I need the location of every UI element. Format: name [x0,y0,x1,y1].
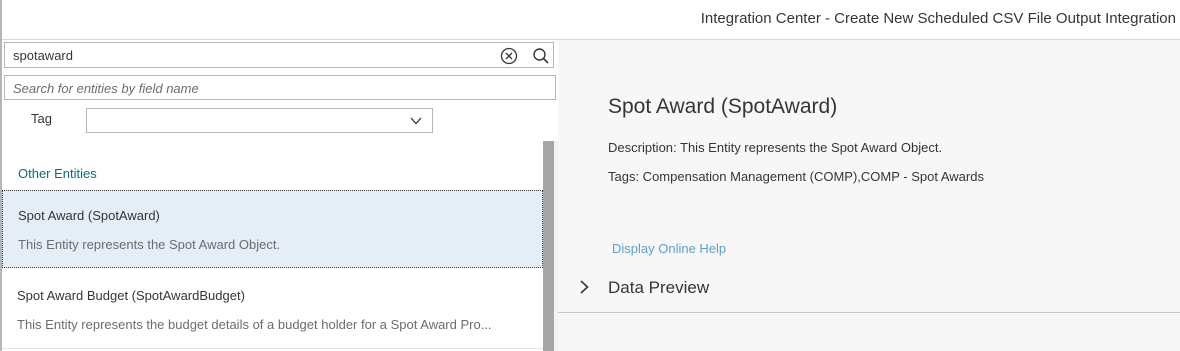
entity-search-input[interactable]: spotaward [4,42,554,68]
data-preview-row[interactable]: Data Preview [558,268,1180,313]
entity-list: Other Entities Spot Award (SpotAward) Th… [2,141,558,351]
section-header: Other Entities [18,166,97,181]
list-item-spot-award[interactable]: Spot Award (SpotAward) This Entity repre… [2,190,543,268]
display-online-help-link[interactable]: Display Online Help [612,241,726,256]
scrollbar-thumb[interactable] [543,141,554,351]
detail-title: Spot Award (SpotAward) [608,95,838,118]
app-header: Integration Center - Create New Schedule… [2,0,1180,40]
list-item-description: This Entity represents the budget detail… [17,317,492,332]
clear-circle-icon[interactable] [500,47,518,65]
chevron-down-icon[interactable] [410,116,422,126]
detail-tags: Tags: Compensation Management (COMP),COM… [608,169,984,184]
field-name-search-input[interactable]: Search for entities by field name [4,75,556,100]
detail-description: Description: This Entity represents the … [608,140,943,155]
page-title: Integration Center - Create New Schedule… [700,10,1176,27]
entity-detail-panel: Spot Award (SpotAward) Description: This… [558,40,1180,351]
search-value[interactable]: spotaward [13,48,73,63]
tag-label: Tag [31,111,52,126]
tag-select[interactable] [86,108,433,133]
data-preview-label[interactable]: Data Preview [608,278,709,298]
list-item-title: Spot Award Budget (SpotAwardBudget) [17,288,245,303]
list-item-description: This Entity represents the Spot Award Ob… [18,237,281,252]
list-item-title: Spot Award (SpotAward) [18,208,160,223]
list-item-spot-award-budget[interactable]: Spot Award Budget (SpotAwardBudget) This… [2,269,543,349]
chevron-right-icon[interactable] [578,279,590,295]
entity-browser-panel: spotaward Search for entities by field n… [2,40,558,351]
search-icon[interactable] [532,47,550,65]
field-search-placeholder: Search for entities by field name [13,81,199,96]
